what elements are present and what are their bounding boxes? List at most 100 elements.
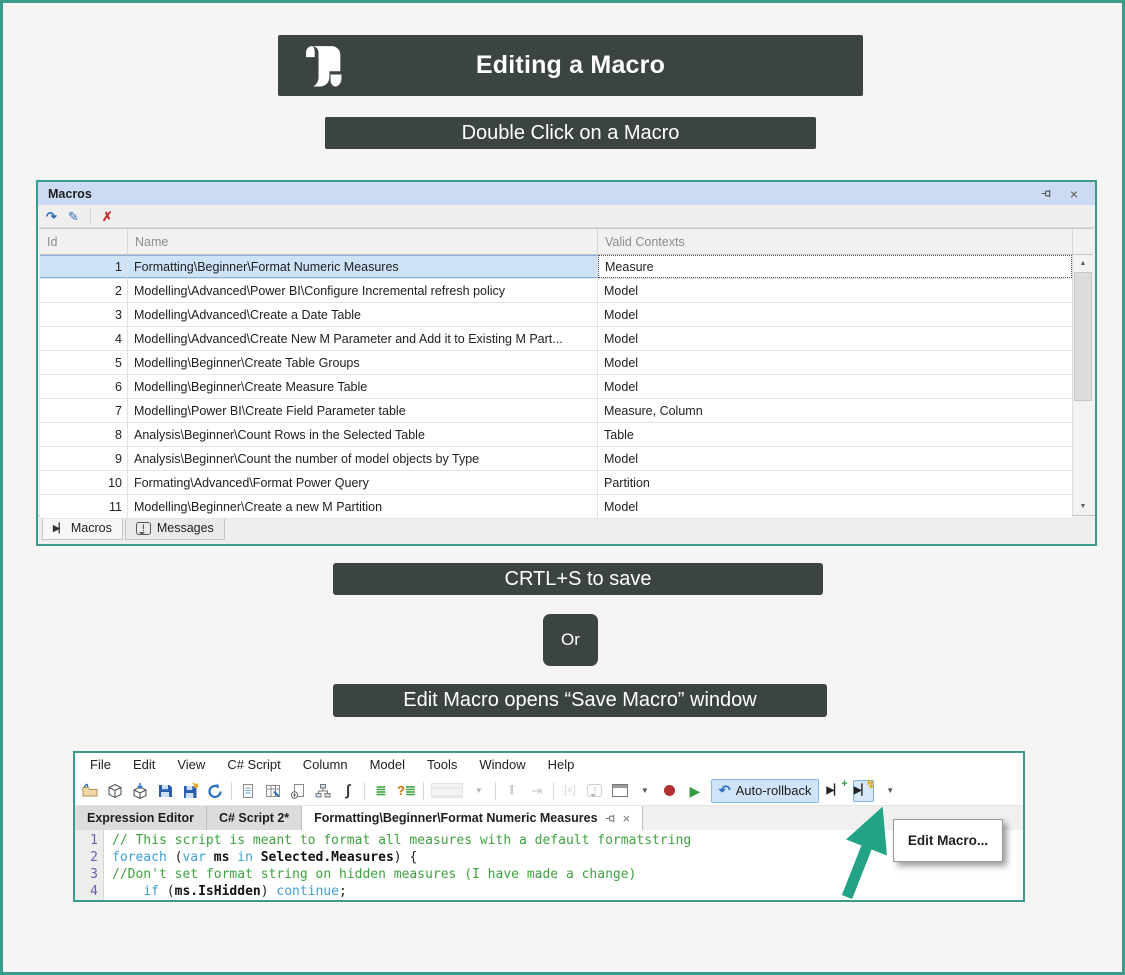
code-line: if (ms.IsHidden) continue; [112, 883, 1023, 900]
edit-macro-icon[interactable]: ✎ [68, 209, 79, 224]
code-editor[interactable]: 1234 // This script is meant to format a… [75, 830, 1023, 900]
cell-name[interactable]: Analysis\Beginner\Count the number of mo… [128, 447, 598, 470]
table-row[interactable]: 9Analysis\Beginner\Count the number of m… [40, 447, 1072, 471]
vertical-scrollbar[interactable]: ▲ ▼ [1072, 255, 1093, 515]
close-icon[interactable]: × [1063, 186, 1085, 202]
cell-name[interactable]: Modelling\Power BI\Create Field Paramete… [128, 399, 598, 422]
table-row[interactable]: 3Modelling\Advanced\Create a Date TableM… [40, 303, 1072, 327]
cell-name[interactable]: Modelling\Beginner\Create a new M Partit… [128, 495, 598, 518]
menu-file[interactable]: File [79, 757, 122, 772]
cell-id[interactable]: 11 [40, 495, 128, 518]
cell-valid-contexts[interactable]: Partition [598, 471, 1072, 494]
script-icon[interactable]: ∫ [339, 781, 357, 801]
table-row[interactable]: 2Modelling\Advanced\Power BI\Configure I… [40, 279, 1072, 303]
cell-name[interactable]: Formating\Advanced\Format Power Query [128, 471, 598, 494]
cell-id[interactable]: 8 [40, 423, 128, 446]
or-badge: Or [543, 614, 598, 666]
table-row[interactable]: 8Analysis\Beginner\Count Rows in the Sel… [40, 423, 1072, 447]
cell-valid-contexts[interactable]: Model [598, 351, 1072, 374]
editor-tab-label: Expression Editor [87, 811, 194, 825]
cell-name[interactable]: Modelling\Advanced\Create a Date Table [128, 303, 598, 326]
editor-tab-2[interactable]: C# Script 2* [207, 806, 302, 830]
cell-id[interactable]: 5 [40, 351, 128, 374]
cell-valid-contexts[interactable]: Model [598, 375, 1072, 398]
pin-icon[interactable] [605, 813, 616, 824]
menu-tools[interactable]: Tools [416, 757, 468, 772]
cell-id[interactable]: 9 [40, 447, 128, 470]
code-lines[interactable]: // This script is meant to format all me… [104, 830, 1023, 900]
cell-name[interactable]: Modelling\Beginner\Create Measure Table [128, 375, 598, 398]
scroll-down-icon[interactable]: ▼ [1073, 498, 1093, 515]
run-macro-icon[interactable]: ↷ [46, 209, 57, 224]
cell-name[interactable]: Analysis\Beginner\Count Rows in the Sele… [128, 423, 598, 446]
scrollbar-track[interactable] [1073, 272, 1093, 498]
cell-name[interactable]: Modelling\Advanced\Power BI\Configure In… [128, 279, 598, 302]
cell-id[interactable]: 6 [40, 375, 128, 398]
table-row[interactable]: 5Modelling\Beginner\Create Table GroupsM… [40, 351, 1072, 375]
cell-valid-contexts[interactable]: Model [598, 327, 1072, 350]
deploy-model-icon[interactable] [131, 781, 149, 801]
hierarchy-icon[interactable] [314, 781, 332, 801]
add-macro-icon[interactable]: ▶▏+ [826, 781, 845, 801]
cell-valid-contexts[interactable]: Measure, Column [598, 399, 1072, 422]
cell-valid-contexts[interactable]: Model [598, 495, 1072, 518]
cell-id[interactable]: 4 [40, 327, 128, 350]
cell-id[interactable]: 10 [40, 471, 128, 494]
column-header-valid-contexts[interactable]: Valid Contexts [598, 229, 1073, 254]
scrollbar-thumb[interactable] [1074, 272, 1092, 401]
cell-id[interactable]: 2 [40, 279, 128, 302]
panel-tab-macros[interactable]: ▶▏Macros [42, 517, 123, 540]
open-file-icon[interactable] [81, 781, 99, 801]
table-row[interactable]: 10Formating\Advanced\Format Power QueryP… [40, 471, 1072, 495]
cell-id[interactable]: 1 [40, 255, 128, 278]
delete-macro-icon[interactable]: ✗ [102, 209, 113, 224]
menu-model[interactable]: Model [359, 757, 416, 772]
table-row[interactable]: 6Modelling\Beginner\Create Measure Table… [40, 375, 1072, 399]
format-query-icon[interactable]: ?≣ [397, 781, 416, 801]
cell-valid-contexts[interactable]: Model [598, 303, 1072, 326]
dropdown-icon[interactable]: ▼ [636, 781, 654, 801]
column-header-id[interactable]: Id [40, 229, 128, 254]
format-indent-icon[interactable]: ≣ [372, 781, 390, 801]
edit-table-icon[interactable] [264, 781, 282, 801]
table-row[interactable]: 11Modelling\Beginner\Create a new M Part… [40, 495, 1072, 519]
editor-tab-1[interactable]: Expression Editor [75, 806, 207, 830]
cell-valid-contexts[interactable]: Table [598, 423, 1072, 446]
cell-id[interactable]: 7 [40, 399, 128, 422]
model-cube-icon[interactable] [106, 781, 124, 801]
dropdown-icon: ▼ [470, 781, 488, 801]
menu-view[interactable]: View [166, 757, 216, 772]
menu-c-script[interactable]: C# Script [216, 757, 291, 772]
menu-column[interactable]: Column [292, 757, 359, 772]
cell-name[interactable]: Modelling\Advanced\Create New M Paramete… [128, 327, 598, 350]
new-page-icon[interactable] [289, 781, 307, 801]
menu-edit[interactable]: Edit [122, 757, 166, 772]
cell-name[interactable]: Formatting\Beginner\Format Numeric Measu… [128, 255, 598, 278]
cell-valid-contexts[interactable]: Measure [598, 255, 1072, 278]
table-row[interactable]: 7Modelling\Power BI\Create Field Paramet… [40, 399, 1072, 423]
cell-valid-contexts[interactable]: Model [598, 447, 1072, 470]
column-header-name[interactable]: Name [128, 229, 598, 254]
window-layout-icon[interactable] [611, 781, 629, 801]
save-all-icon[interactable] [181, 781, 199, 801]
close-icon[interactable]: × [623, 811, 631, 826]
new-script-icon[interactable] [239, 781, 257, 801]
record-icon[interactable] [661, 781, 679, 801]
table-row[interactable]: 4Modelling\Advanced\Create New M Paramet… [40, 327, 1072, 351]
auto-rollback-button[interactable]: ↶Auto-rollback [711, 779, 820, 803]
pin-icon[interactable] [1041, 188, 1063, 199]
cell-id[interactable]: 3 [40, 303, 128, 326]
table-row[interactable]: 1Formatting\Beginner\Format Numeric Meas… [40, 255, 1072, 279]
scroll-up-icon[interactable]: ▲ [1073, 255, 1093, 272]
cell-name[interactable]: Modelling\Beginner\Create Table Groups [128, 351, 598, 374]
cell-valid-contexts[interactable]: Model [598, 279, 1072, 302]
play-icon[interactable]: ▶ [686, 781, 704, 801]
refresh-icon[interactable] [206, 781, 224, 801]
menu-window[interactable]: Window [468, 757, 536, 772]
save-icon[interactable] [156, 781, 174, 801]
edit-macro-icon[interactable]: ▶▏↯ [853, 780, 874, 802]
menu-help[interactable]: Help [537, 757, 586, 772]
editor-tab-3[interactable]: Formatting\Beginner\Format Numeric Measu… [302, 806, 643, 830]
panel-tab-messages[interactable]: !Messages [125, 517, 225, 540]
dropdown-icon[interactable]: ▼ [881, 781, 899, 801]
